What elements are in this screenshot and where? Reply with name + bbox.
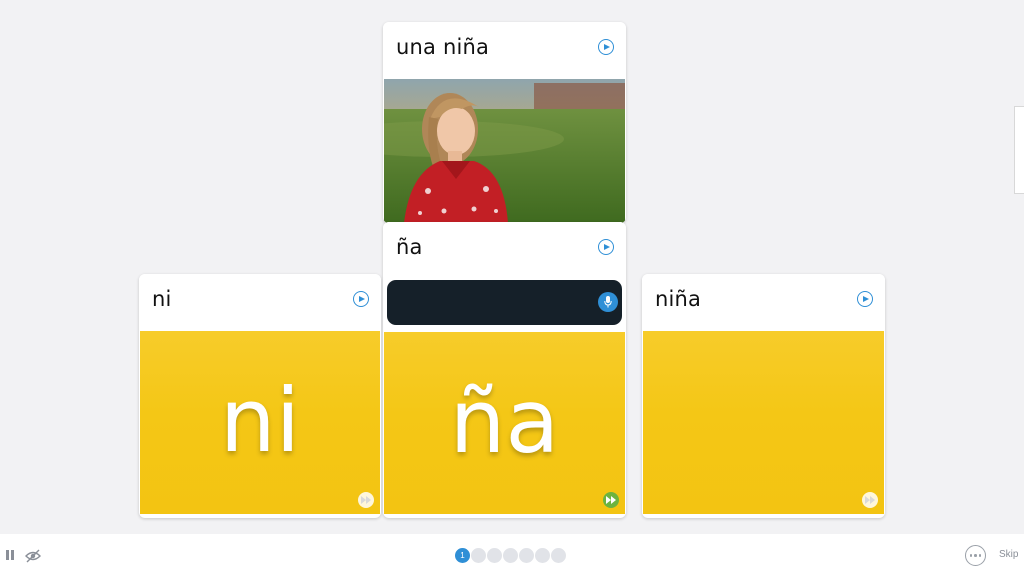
side-panel-tab[interactable]: [1014, 106, 1024, 194]
fast-forward-icon[interactable]: [862, 492, 878, 508]
syllable-card-ni: ni ni: [139, 274, 381, 518]
card-header: una niña: [383, 22, 626, 78]
progress-dot[interactable]: [551, 548, 566, 563]
word-card-nina: niña: [642, 274, 885, 518]
syllable-panel: [643, 331, 884, 514]
progress-dot[interactable]: [471, 548, 486, 563]
card-header: niña: [642, 274, 885, 330]
skip-button[interactable]: Skip: [999, 549, 1018, 560]
card-header: ni: [139, 274, 381, 330]
pause-icon[interactable]: [6, 550, 15, 560]
card-header: ña: [383, 222, 626, 278]
speech-input-bar[interactable]: [387, 280, 622, 325]
play-audio-icon[interactable]: [857, 291, 873, 307]
more-options-icon[interactable]: [965, 545, 986, 566]
microphone-icon[interactable]: [598, 292, 618, 312]
play-audio-icon[interactable]: [598, 39, 614, 55]
play-audio-icon[interactable]: [598, 239, 614, 255]
progress-dot[interactable]: [503, 548, 518, 563]
syllable-display: [643, 331, 884, 514]
girl-photo-illustration: [384, 79, 625, 223]
card-word-label: niña: [655, 287, 702, 311]
card-word-label: ni: [152, 287, 172, 311]
syllable-panel: ña: [384, 332, 625, 514]
bottom-toolbar: 1 Skip: [0, 534, 1024, 576]
syllable-panel: ni: [140, 331, 380, 514]
syllable-display: ña: [449, 369, 560, 473]
progress-dot[interactable]: [519, 548, 534, 563]
progress-dot[interactable]: [487, 548, 502, 563]
lesson-stage: una niña ña ña ni ni niña 1 Skip: [0, 0, 1024, 576]
syllable-card-na: ña ña: [383, 222, 626, 518]
eye-off-icon[interactable]: [25, 548, 41, 563]
syllable-display: ni: [219, 369, 301, 472]
picture-card-una-nina: una niña: [383, 22, 626, 223]
play-audio-icon[interactable]: [353, 291, 369, 307]
fast-forward-icon[interactable]: [603, 492, 619, 508]
fast-forward-icon[interactable]: [358, 492, 374, 508]
progress-dot-current[interactable]: 1: [455, 548, 470, 563]
progress-dot[interactable]: [535, 548, 550, 563]
lesson-progress: 1: [455, 548, 566, 563]
girl-photo: [384, 79, 625, 223]
card-word-label: ña: [396, 235, 423, 259]
card-word-label: una niña: [396, 35, 490, 59]
